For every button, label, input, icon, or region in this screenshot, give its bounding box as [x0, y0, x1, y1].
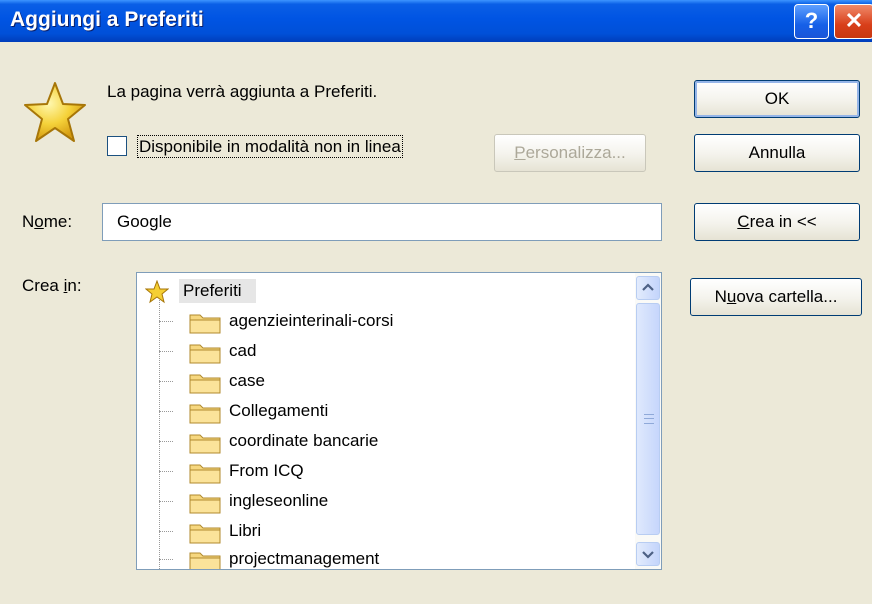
- name-label-mnemonic: o: [34, 212, 44, 231]
- new-folder-label-start: N: [714, 287, 727, 306]
- folder-label: Libri: [229, 521, 262, 540]
- name-label: Nome:: [22, 212, 72, 232]
- folder-icon: [189, 494, 221, 514]
- tree-branch-line: [159, 411, 173, 412]
- tree-branch-line: [159, 559, 173, 560]
- chevron-up-icon: [642, 283, 654, 291]
- folder-label: cad: [229, 341, 257, 360]
- tree-branch-line: [159, 501, 173, 502]
- scroll-thumb[interactable]: [636, 303, 660, 535]
- offline-checkbox-text: Disponibile in modalità non in linea: [137, 135, 403, 158]
- folder-label: Collegamenti: [229, 401, 329, 420]
- create-in-label: Crea in:: [22, 276, 82, 296]
- scroll-up-button[interactable]: [636, 276, 660, 300]
- offline-checkbox[interactable]: [107, 136, 127, 156]
- folder-label: ingleseonline: [229, 491, 329, 510]
- tree-connector: [159, 297, 161, 569]
- create-in-button-label: rea in <<: [749, 212, 817, 231]
- tree-scrollbar[interactable]: [635, 273, 661, 569]
- tree-branch-line: [159, 471, 173, 472]
- folder-icon: [189, 552, 221, 569]
- folder-icon: [189, 524, 221, 544]
- name-input[interactable]: Google: [102, 203, 662, 241]
- help-icon: ?: [804, 8, 819, 33]
- create-in-mnemonic: C: [737, 212, 750, 231]
- create-in-label-start: Crea: [22, 276, 64, 295]
- new-folder-label-rest: ova cartella...: [736, 287, 838, 306]
- ok-button[interactable]: OK: [694, 80, 860, 118]
- tree-branch-line: [159, 441, 173, 442]
- folder-icon: [189, 314, 221, 334]
- favorites-star-icon: [24, 82, 86, 142]
- title-bar[interactable]: Aggiungi a Preferiti ? ✕: [0, 0, 872, 42]
- tree-branch-line: [159, 381, 173, 382]
- folder-icon: [189, 404, 221, 424]
- folder-label: projectmanagement: [229, 549, 380, 568]
- offline-checkbox-label[interactable]: Disponibile in modalità non in linea: [137, 135, 403, 158]
- customize-mnemonic: P: [514, 143, 526, 162]
- tree-branch-line: [159, 531, 173, 532]
- info-message: La pagina verrà aggiunta a Preferiti.: [107, 82, 378, 101]
- name-label-start: N: [22, 212, 35, 231]
- create-in-label-rest: n:: [67, 276, 82, 295]
- folder-icon: [189, 464, 221, 484]
- folder-tree[interactable]: Preferiti agenzieinterinali-corsi cad ca…: [136, 272, 662, 570]
- folder-icon: [189, 344, 221, 364]
- tree-root-label: Preferiti: [179, 279, 256, 303]
- name-label-rest: me:: [43, 212, 73, 231]
- customize-button[interactable]: Personalizza...: [494, 134, 646, 172]
- close-icon: ✕: [844, 8, 864, 33]
- new-folder-button[interactable]: Nuova cartella...: [690, 278, 862, 316]
- tree-branch-line: [159, 351, 173, 352]
- folder-label: coordinate bancarie: [229, 431, 379, 450]
- scroll-down-button[interactable]: [636, 542, 660, 566]
- folder-icon: [189, 374, 221, 394]
- folder-icon: [189, 434, 221, 454]
- new-folder-mnemonic: u: [726, 287, 737, 306]
- scroll-grip: [644, 414, 654, 424]
- close-button[interactable]: ✕: [834, 4, 872, 39]
- tree-branch-line: [159, 321, 173, 322]
- favorites-star-icon: [145, 280, 169, 304]
- folder-label: From ICQ: [229, 461, 304, 480]
- folder-label: case: [229, 371, 265, 390]
- help-button[interactable]: ?: [794, 4, 829, 39]
- customize-label: ersonalizza...: [525, 143, 626, 162]
- cancel-button[interactable]: Annulla: [694, 134, 860, 172]
- window-title: Aggiungi a Preferiti: [10, 8, 204, 31]
- chevron-down-icon: [642, 551, 654, 559]
- create-in-toggle-button[interactable]: Crea in <<: [694, 203, 860, 241]
- folder-label: agenzieinterinali-corsi: [229, 311, 394, 330]
